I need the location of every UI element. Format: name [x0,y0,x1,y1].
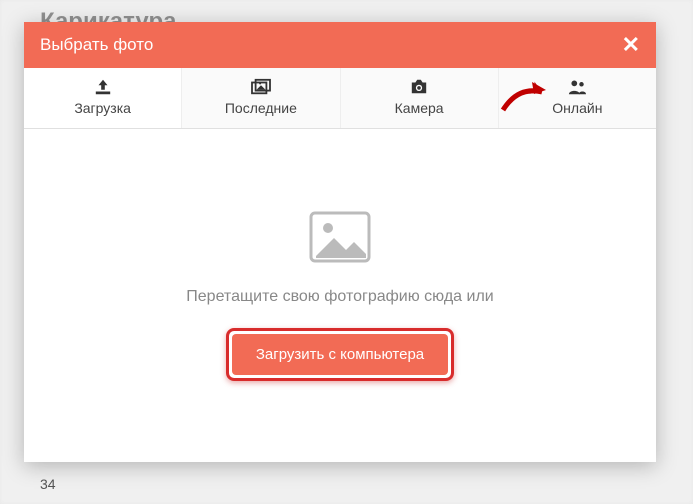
tab-upload[interactable]: Загрузка [24,68,182,128]
tab-label: Загрузка [74,100,131,116]
tab-label: Последние [225,100,297,116]
tab-recent[interactable]: Последние [182,68,340,128]
tab-label: Онлайн [552,100,602,116]
close-icon[interactable]: ✕ [622,34,640,56]
background-footer-number: 34 [40,476,56,492]
drag-instruction-text: Перетащите свою фотографию сюда или [186,288,493,306]
upload-dropzone[interactable]: Перетащите свою фотографию сюда или Загр… [24,129,656,462]
upload-icon [92,78,114,96]
people-icon [566,78,588,96]
tab-bar: Загрузка Последние Камера Онлайн [24,68,656,129]
upload-from-computer-button[interactable]: Загрузить с компьютера [232,334,448,375]
tab-label: Камера [395,100,444,116]
upload-button-highlight: Загрузить с компьютера [226,328,454,381]
image-placeholder-icon [308,210,372,264]
tab-online[interactable]: Онлайн [499,68,656,128]
photos-icon [250,78,272,96]
camera-icon [408,78,430,96]
modal-header: Выбрать фото ✕ [24,22,656,68]
modal-title: Выбрать фото [40,35,153,55]
photo-picker-modal: Выбрать фото ✕ Загрузка Последние Камера [24,22,656,462]
tab-camera[interactable]: Камера [341,68,499,128]
